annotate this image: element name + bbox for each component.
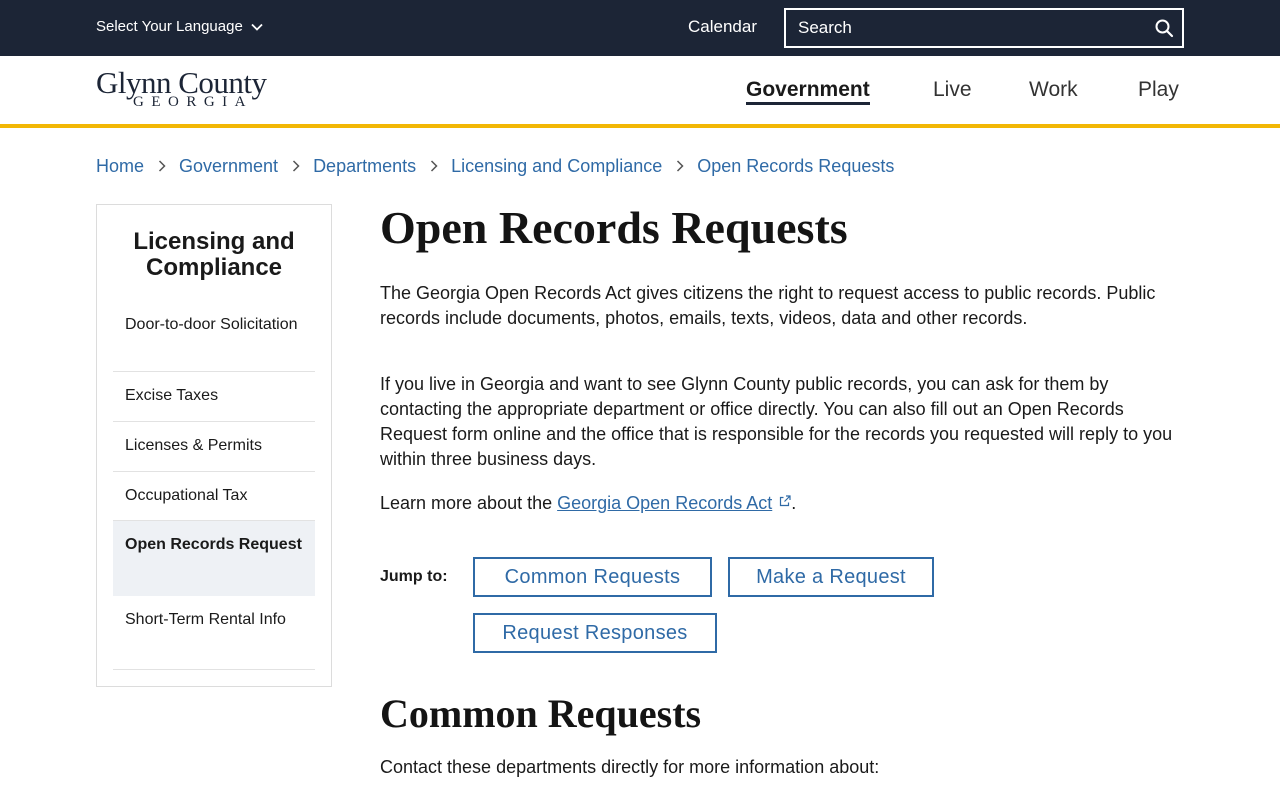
sidebar-item-short-term-rental[interactable]: Short-Term Rental Info [113, 596, 315, 670]
calendar-link[interactable]: Calendar [688, 17, 757, 37]
sidebar-item-occupational-tax[interactable]: Occupational Tax [113, 472, 315, 521]
chevron-down-icon [251, 23, 263, 31]
sidebar-title: Licensing and Compliance [133, 228, 295, 281]
nav-live[interactable]: Live [933, 78, 972, 102]
sidebar-item-label: Occupational Tax [125, 487, 248, 504]
language-selector[interactable]: Select Your Language [96, 18, 263, 35]
learn-more-suffix: . [791, 493, 797, 513]
glynn-county-logo[interactable]: Glynn County GEORGIA [96, 67, 296, 116]
jump-make-request-button[interactable]: Make a Request [728, 557, 934, 597]
nav-play[interactable]: Play [1138, 78, 1179, 102]
breadcrumb-departments[interactable]: Departments [313, 156, 416, 177]
chevron-right-icon [158, 160, 166, 172]
nav-government[interactable]: Government [746, 78, 870, 105]
sidebar-item-door-to-door[interactable]: Door-to-door Solicitation [113, 309, 315, 372]
search-box [784, 8, 1184, 48]
open-records-act-link[interactable]: Georgia Open Records Act [557, 493, 772, 513]
breadcrumb-home[interactable]: Home [96, 156, 144, 177]
sidebar-item-label: Excise Taxes [125, 387, 219, 404]
jump-request-responses-button[interactable]: Request Responses [473, 613, 717, 653]
intro-paragraph-1: The Georgia Open Records Act gives citiz… [380, 283, 1156, 328]
search-input[interactable] [786, 10, 1146, 46]
jump-common-requests-button[interactable]: Common Requests [473, 557, 712, 597]
section-sidebar: Licensing and Compliance Door-to-door So… [96, 204, 332, 687]
jump-to-label: Jump to: [380, 568, 448, 585]
sidebar-item-excise-taxes[interactable]: Excise Taxes [113, 372, 315, 422]
breadcrumb: Home Government Departments Licensing an… [96, 155, 894, 177]
section-title-common-requests: Common Requests [380, 691, 702, 736]
intro-paragraph-2: If you live in Georgia and want to see G… [380, 374, 1173, 469]
nav-work[interactable]: Work [1029, 78, 1078, 102]
breadcrumb-current[interactable]: Open Records Requests [697, 156, 894, 177]
learn-more-paragraph: Learn more about the Georgia Open Record… [380, 491, 1186, 516]
sidebar-item-label: Licenses & Permits [125, 437, 262, 454]
language-label: Select Your Language [96, 18, 243, 35]
breadcrumb-government[interactable]: Government [179, 156, 278, 177]
chevron-right-icon [293, 160, 300, 172]
utility-bar: Select Your Language Calendar [0, 0, 1280, 56]
learn-more-prefix: Learn more about the [380, 493, 558, 513]
sidebar-item-label: Short-Term Rental Info [125, 611, 286, 628]
sidebar-item-licenses-permits[interactable]: Licenses & Permits [113, 422, 315, 472]
sidebar-item-open-records[interactable]: Open Records Request [113, 521, 315, 596]
section-intro: Contact these departments directly for m… [380, 757, 880, 777]
chevron-right-icon [431, 160, 438, 172]
sidebar-item-label: Door-to-door Solicitation [125, 316, 298, 333]
chevron-right-icon [677, 160, 684, 172]
breadcrumb-licensing[interactable]: Licensing and Compliance [451, 156, 662, 177]
search-icon[interactable] [1154, 18, 1174, 38]
external-link-icon [780, 495, 791, 507]
logo-state: GEORGIA [133, 94, 253, 110]
page-title: Open Records Requests [380, 202, 848, 253]
site-header: Glynn County GEORGIA Government Live Wor… [0, 56, 1280, 128]
sidebar-item-label: Open Records Request [125, 536, 302, 553]
